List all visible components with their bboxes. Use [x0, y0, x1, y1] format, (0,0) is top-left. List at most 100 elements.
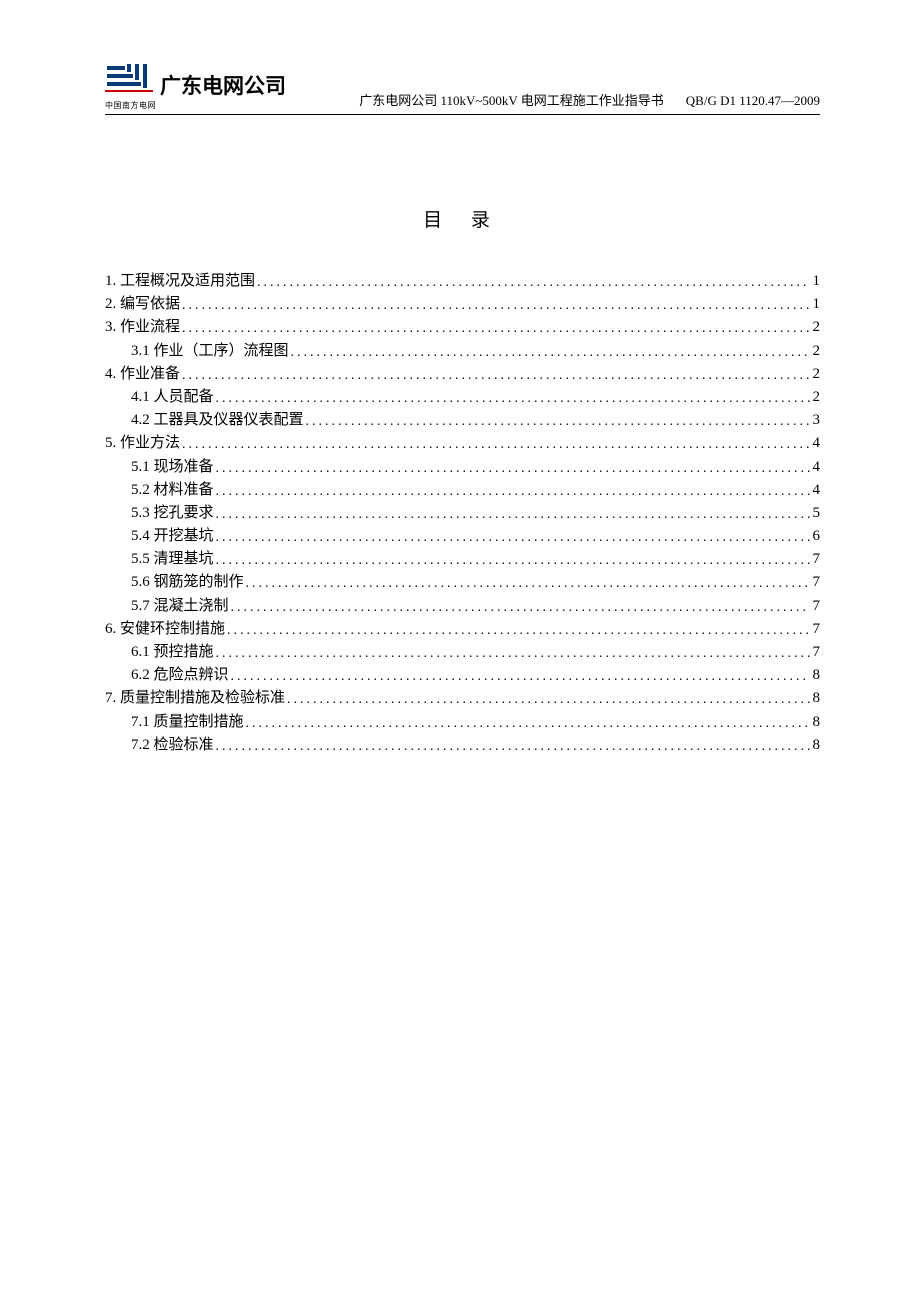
toc-entry-number: 4. [105, 366, 116, 382]
toc-entry-label: 5.5 清理基坑 [131, 552, 214, 567]
toc-entry-label: 6.2 危险点辨识 [131, 668, 229, 683]
toc-entry: 5.3 挖孔要求 5 [105, 506, 820, 521]
logo-block: 中国南方电网 广东电网公司 [105, 60, 286, 111]
toc-entry: 5.2 材料准备4 [105, 483, 820, 498]
toc-entry-label: 6.1 预控措施 [131, 645, 214, 660]
toc-entry: 5.6 钢筋笼的制作7 [105, 575, 820, 590]
toc-entry-number: 3. [105, 319, 116, 335]
toc-entry: 3. 作业流程2 [105, 320, 820, 335]
toc-entry-page: 7 [810, 645, 820, 660]
toc-entry-page: 8 [810, 668, 820, 683]
logo-subtitle: 中国南方电网 [105, 100, 156, 111]
toc-entry-page: 3 [810, 413, 820, 428]
toc-entry-page: 2 [810, 344, 820, 359]
toc-entry-text: 5.7 混凝土浇制 [131, 598, 229, 614]
toc-entry-label: 5.6 钢筋笼的制作 [131, 575, 244, 590]
toc-entry-number: 2. [105, 296, 116, 312]
toc-leader-dots [214, 531, 810, 545]
toc-leader-dots [214, 392, 810, 406]
toc-entry-label: 5.3 挖孔要求 [131, 506, 214, 521]
toc-entry: 1. 工程概况及适用范围 1 [105, 274, 820, 289]
toc-entry-text: 质量控制措施及检验标准 [116, 690, 285, 706]
toc-entry-label: 5.1 现场准备 [131, 460, 214, 475]
toc-entry: 6. 安健环控制措施 7 [105, 622, 820, 637]
document-page: 中国南方电网 广东电网公司 广东电网公司 110kV~500kV 电网工程施工作… [0, 0, 920, 821]
toc-entry-page: 2 [810, 367, 820, 382]
toc-entry-text: 6.1 预控措施 [131, 644, 214, 660]
toc-entry-text: 5.6 钢筋笼的制作 [131, 574, 244, 590]
toc-leader-dots [214, 508, 810, 522]
toc-entry-label: 7.2 检验标准 [131, 738, 214, 753]
toc-entry-label: 4.1 人员配备 [131, 390, 214, 405]
header-doc-title: 广东电网公司 110kV~500kV 电网工程施工作业指导书 [359, 90, 664, 109]
toc-entry-text: 5.3 挖孔要求 [131, 505, 214, 521]
toc-entry-text: 工程概况及适用范围 [116, 273, 255, 289]
toc-entry-label: 7. 质量控制措施及检验标准 [105, 691, 285, 706]
toc-entry-label: 6. 安健环控制措施 [105, 622, 225, 637]
toc-title: 目 录 [105, 205, 820, 232]
toc-entry: 3.1 作业（工序）流程图 2 [105, 344, 820, 359]
toc-entry-page: 8 [810, 691, 820, 706]
toc-entry-text: 4.2 工器具及仪器仪表配置 [131, 412, 304, 428]
header-doc-code: QB/G D1 1120.47—2009 [686, 93, 820, 109]
toc-entry: 5.5 清理基坑 7 [105, 552, 820, 567]
toc-entry-text: 编写依据 [116, 296, 180, 312]
toc-entry-page: 8 [810, 738, 820, 753]
toc-entry-text: 6.2 危险点辨识 [131, 667, 229, 683]
toc-entry-label: 3.1 作业（工序）流程图 [131, 344, 289, 359]
toc-entry-text: 作业方法 [116, 435, 180, 451]
toc-entry-label: 5. 作业方法 [105, 436, 180, 451]
toc-leader-dots [255, 276, 810, 290]
toc-entry-label: 2. 编写依据 [105, 297, 180, 312]
toc-entry-page: 4 [810, 460, 820, 475]
toc-entry-label: 4.2 工器具及仪器仪表配置 [131, 413, 304, 428]
toc-entry: 4.2 工器具及仪器仪表配置 3 [105, 413, 820, 428]
toc-entry: 7.2 检验标准 8 [105, 738, 820, 753]
toc-entry: 5.1 现场准备 4 [105, 460, 820, 475]
toc-entry-number: 5. [105, 435, 116, 451]
toc-entry-page: 7 [810, 552, 820, 567]
toc-entry: 6.1 预控措施 7 [105, 645, 820, 660]
toc-entry-text: 5.1 现场准备 [131, 459, 214, 475]
csg-logo-icon [105, 60, 153, 98]
toc-leader-dots [214, 647, 810, 661]
header-right: 广东电网公司 110kV~500kV 电网工程施工作业指导书 QB/G D1 1… [286, 90, 820, 111]
toc-entry-page: 1 [810, 274, 820, 289]
toc-leader-dots [244, 717, 810, 731]
toc-entry-text: 5.2 材料准备 [131, 482, 214, 498]
toc-leader-dots [229, 601, 810, 615]
toc-leader-dots [180, 322, 810, 336]
toc-entry-label: 5.2 材料准备 [131, 483, 214, 498]
toc-leader-dots [180, 438, 810, 452]
toc-entry-page: 7 [810, 622, 820, 637]
toc-entry-page: 5 [810, 506, 820, 521]
toc-entry-text: 5.5 清理基坑 [131, 551, 214, 567]
toc-entry: 6.2 危险点辨识 8 [105, 668, 820, 683]
toc-leader-dots [304, 415, 810, 429]
toc-entry: 5. 作业方法 4 [105, 436, 820, 451]
toc-entry-text: 作业准备 [116, 366, 180, 382]
toc-entry-label: 5.4 开挖基坑 [131, 529, 214, 544]
toc-leader-dots [214, 462, 810, 476]
toc-entry-text: 7.2 检验标准 [131, 737, 214, 753]
toc-leader-dots [180, 369, 810, 383]
toc-entry-number: 6. [105, 621, 116, 637]
toc-entry-text: 3.1 作业（工序）流程图 [131, 343, 289, 359]
toc-entry-text: 7.1 质量控制措施 [131, 714, 244, 730]
toc-entry: 4. 作业准备 2 [105, 367, 820, 382]
toc-entry-number: 7. [105, 690, 116, 706]
toc-entry-page: 2 [810, 320, 820, 335]
toc-entry-page: 1 [810, 297, 820, 312]
toc-entry-label: 4. 作业准备 [105, 367, 180, 382]
toc-entry-page: 4 [810, 436, 820, 451]
toc-leader-dots [285, 693, 810, 707]
toc-leader-dots [214, 554, 810, 568]
toc-entry-number: 1. [105, 273, 116, 289]
toc-entry: 7.1 质量控制措施8 [105, 715, 820, 730]
toc-leader-dots [214, 485, 810, 499]
toc-entry-text: 安健环控制措施 [116, 621, 225, 637]
toc-entry: 4.1 人员配备2 [105, 390, 820, 405]
toc-entry: 5.7 混凝土浇制 7 [105, 599, 820, 614]
page-header: 中国南方电网 广东电网公司 广东电网公司 110kV~500kV 电网工程施工作… [105, 60, 820, 115]
toc-entry-page: 7 [810, 599, 820, 614]
